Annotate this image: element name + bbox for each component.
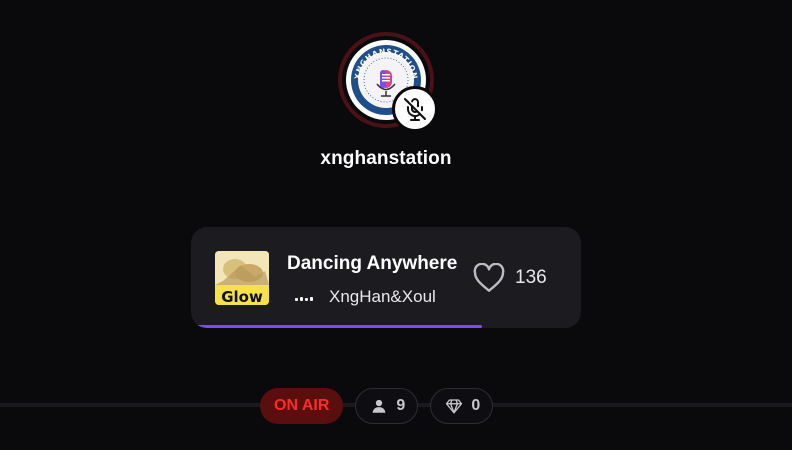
track-artist: XngHan&Xoul [329,287,436,306]
album-art-text: Glow [221,288,263,305]
album-art: Glow [215,251,269,305]
like-count: 136 [515,267,547,288]
heart-icon [473,263,505,292]
person-icon [373,399,386,413]
track-progress-bar [191,325,581,328]
track-progress-fill [197,325,482,328]
equalizer-icon [295,293,313,301]
listener-count: 9 [396,397,406,414]
like-button[interactable]: 136 [473,263,547,293]
listeners-pill[interactable]: 9 [355,388,419,424]
now-playing-card[interactable]: Glow Dancing Anywhere XngHan&Xoul 136 [191,227,581,328]
host-username[interactable]: xnghanstation [0,148,772,170]
host-avatar-container[interactable]: XNGHANSTATION [338,32,438,132]
mic-off-icon [392,86,438,132]
track-title: Dancing Anywhere [287,253,458,274]
gem-count: 0 [471,397,481,414]
room-status-row: ON AIR 9 0 [260,388,494,424]
live-room: XNGHANSTATION xnghanstation Glow Dancing… [0,0,792,450]
on-air-badge: ON AIR [260,388,344,424]
gems-pill[interactable]: 0 [430,388,494,424]
diamond-icon [446,399,463,414]
